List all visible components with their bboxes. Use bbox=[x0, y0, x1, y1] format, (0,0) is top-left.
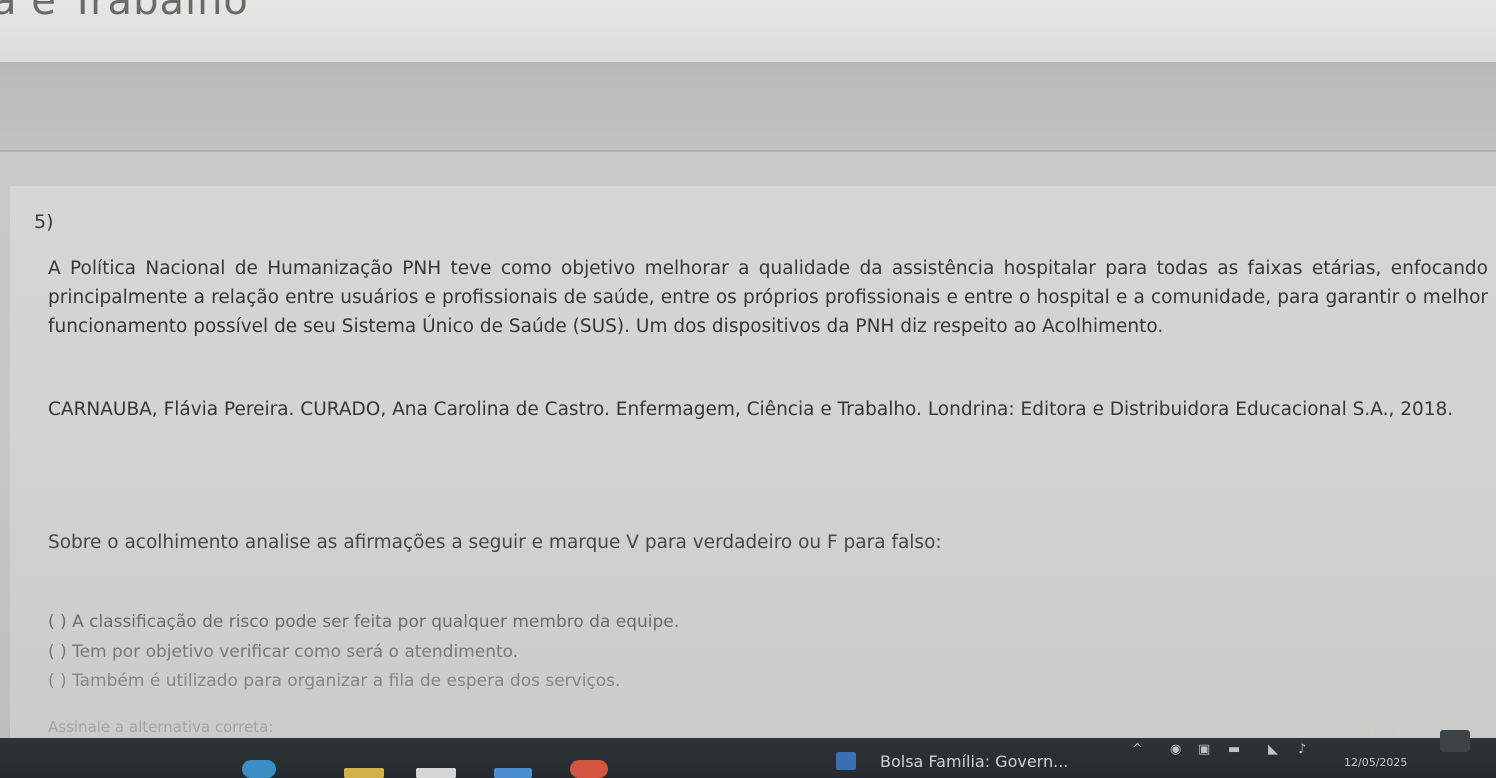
chrome-icon[interactable] bbox=[570, 760, 608, 778]
app-icon[interactable] bbox=[416, 768, 456, 778]
tab-icon[interactable] bbox=[836, 752, 856, 770]
signal-icon[interactable]: ◣ bbox=[1268, 742, 1278, 757]
question-reference: CARNAUBA, Flávia Pereira. CURADO, Ana Ca… bbox=[48, 399, 1454, 420]
folder-icon[interactable] bbox=[344, 768, 384, 778]
volume-icon[interactable]: ▣ bbox=[1198, 742, 1210, 757]
question-prompt: Sobre o acolhimento analise as afirmaçõe… bbox=[48, 532, 942, 553]
divider bbox=[0, 150, 1496, 152]
taskbar-date[interactable]: 12/05/2025 bbox=[1344, 756, 1407, 769]
statement-1[interactable]: ( ) A classificação de risco pode ser fe… bbox=[48, 612, 679, 632]
question-number: 5) bbox=[34, 211, 54, 233]
notification-icon[interactable] bbox=[1440, 730, 1470, 752]
question-intro: A Política Nacional de Humanização PNH t… bbox=[48, 258, 1488, 337]
speaker-icon[interactable]: ♪ bbox=[1298, 742, 1306, 757]
battery-icon[interactable]: ▬ bbox=[1228, 742, 1240, 757]
statement-3[interactable]: ( ) Também é utilizado para organizar a … bbox=[48, 671, 620, 691]
header-band bbox=[0, 62, 1496, 150]
mail-icon[interactable] bbox=[494, 768, 532, 778]
page-heading: a e Trabalho bbox=[0, 0, 249, 24]
wifi-icon[interactable]: ◉ bbox=[1170, 742, 1181, 757]
instruction-text: Assinale a alternativa correta: bbox=[48, 718, 274, 736]
taskbar-clock[interactable]: 18:14 bbox=[1366, 726, 1398, 739]
browser-icon[interactable] bbox=[242, 760, 276, 778]
statement-2[interactable]: ( ) Tem por objetivo verificar como será… bbox=[48, 642, 518, 662]
taskbar-app-label[interactable]: Bolsa Família: Govern... bbox=[880, 752, 1068, 771]
chevron-up-icon[interactable]: ^ bbox=[1132, 742, 1143, 757]
